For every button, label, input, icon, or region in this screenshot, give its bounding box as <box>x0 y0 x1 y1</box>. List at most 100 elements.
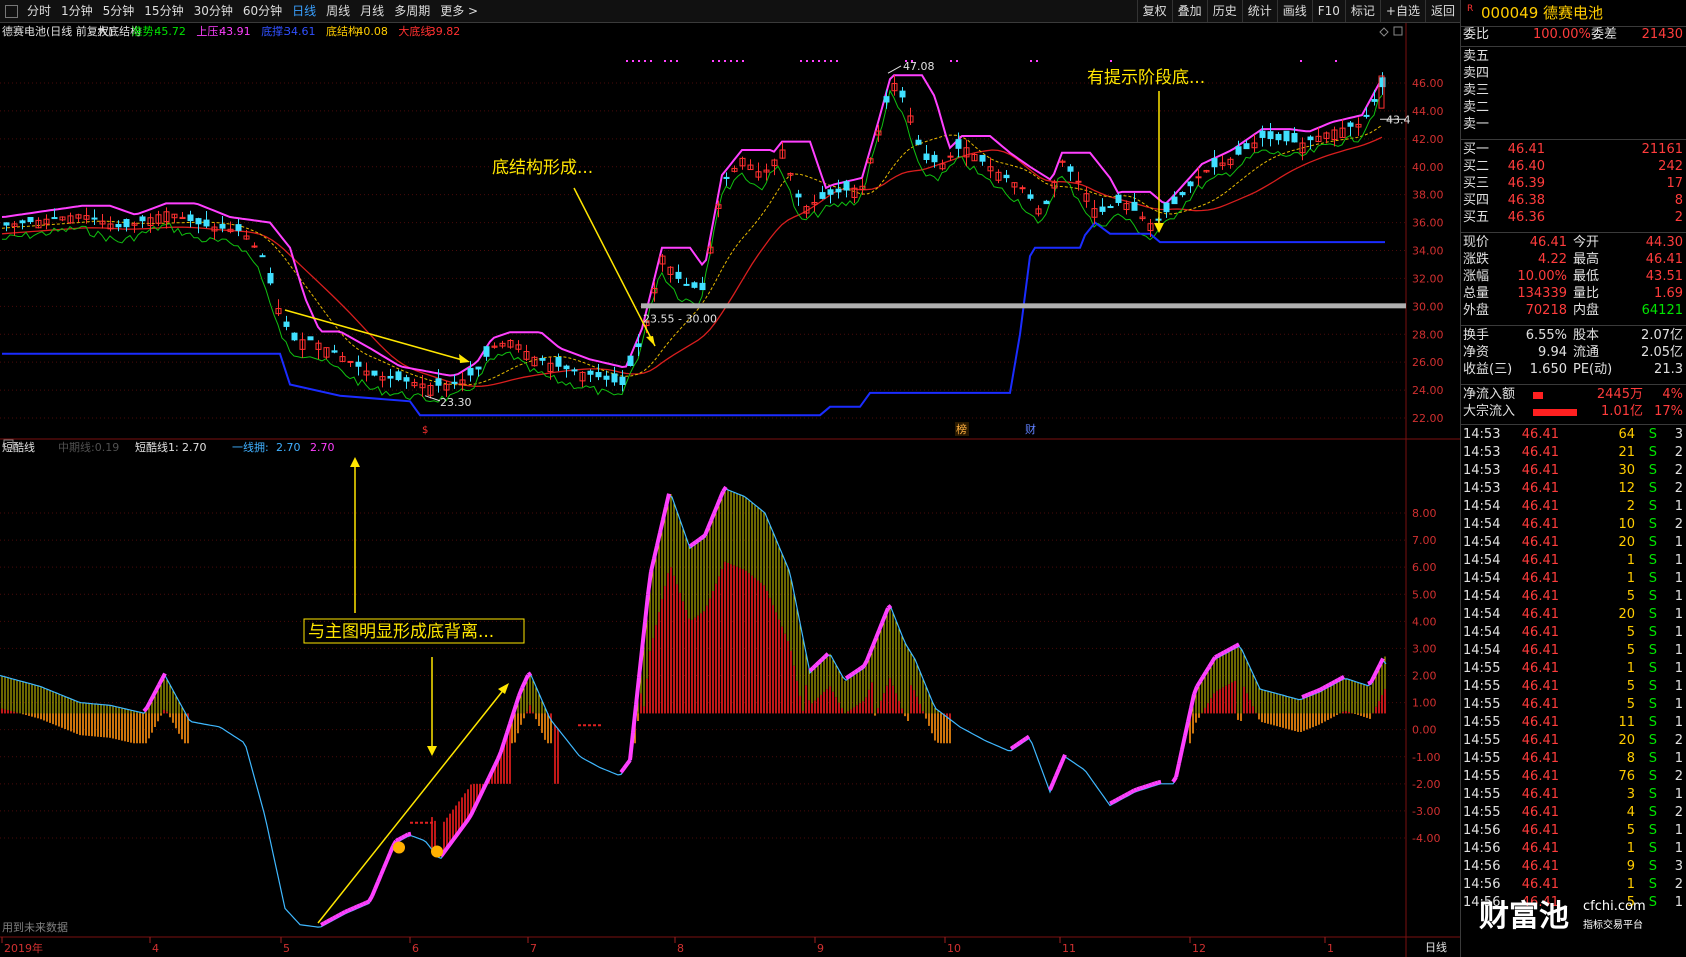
quote-cell: 1 <box>1674 841 1683 856</box>
quote-cell: 1 <box>1674 697 1683 712</box>
signal-dot <box>812 60 814 62</box>
quote-cell: 5 <box>1626 679 1635 694</box>
period-tab[interactable]: 15分钟 <box>139 0 188 22</box>
period-tab[interactable]: 30分钟 <box>189 0 238 22</box>
candle-body <box>139 216 146 222</box>
toolbar-button[interactable]: 返回 <box>1424 0 1460 22</box>
annotation-text: 与主图明显形成底背离... <box>308 622 494 642</box>
period-tab[interactable]: 周线 <box>321 0 355 22</box>
rising-segment <box>373 881 380 890</box>
period-tab[interactable]: 5分钟 <box>98 0 140 22</box>
quote-cell: 46.38 <box>1507 193 1545 208</box>
chart-area[interactable]: 46.0044.0042.0040.0038.0036.0034.0032.00… <box>0 23 1460 957</box>
y-tick-label: 30.00 <box>1412 300 1444 313</box>
quote-cell: 股本 <box>1573 328 1600 343</box>
quote-cell: 64121 <box>1641 303 1683 318</box>
quote-cell: S <box>1648 859 1657 874</box>
period-tab[interactable]: 日线 <box>287 0 321 22</box>
indicator-label: 40.08 <box>356 25 388 38</box>
signal-dot <box>1030 60 1032 62</box>
tick-row: 14:54 46.41 20 S 1 <box>1461 534 1686 552</box>
rising-segment <box>448 838 455 846</box>
y-tick-label: 38.00 <box>1412 189 1444 202</box>
candle-body <box>827 189 834 195</box>
rising-segment <box>481 782 488 791</box>
quote-cell: 14:53 <box>1463 427 1501 442</box>
rising-segment <box>811 663 818 670</box>
rising-segment <box>1304 692 1309 698</box>
x-tick-label: 5 <box>283 942 290 955</box>
quote-cell: 5 <box>1626 625 1635 640</box>
quote-cell: 2 <box>1626 499 1635 514</box>
signal-dot <box>911 60 913 62</box>
stat2-row: 收益(三) 1.650 PE(动) 21.3 <box>1461 361 1686 379</box>
arrow-head <box>427 746 437 756</box>
quote-cell: 14:56 <box>1463 841 1501 856</box>
quote-cell: 46.41 <box>1521 697 1559 712</box>
quote-cell: 2 <box>1674 517 1683 532</box>
quote-cell: 46.41 <box>1521 463 1559 478</box>
period-tab[interactable]: 月线 <box>355 0 389 22</box>
rising-segment <box>445 842 452 850</box>
tick-row: 14:54 46.41 1 S 1 <box>1461 552 1686 570</box>
rising-segment <box>1018 738 1025 745</box>
quote-cell: 14:55 <box>1463 805 1501 820</box>
x-tick-label: 11 <box>1062 942 1076 955</box>
toolbar-button[interactable]: 复权 <box>1136 0 1172 22</box>
toolbar-button[interactable]: F10 <box>1311 0 1345 22</box>
period-tab[interactable]: 分时 <box>22 0 56 22</box>
y-tick-label: 5.00 <box>1412 588 1437 601</box>
period-tab[interactable]: 60分钟 <box>238 0 287 22</box>
quote-cell: 卖二 <box>1463 100 1490 115</box>
tick-row: 14:54 46.41 5 S 1 <box>1461 624 1686 642</box>
rising-segment <box>1310 690 1315 696</box>
rising-segment <box>1157 779 1162 785</box>
rising-segment <box>502 732 509 743</box>
price-zone-label: 23.55 - 30.00 <box>643 312 717 325</box>
toolbar-button[interactable]: +自选 <box>1379 0 1425 22</box>
rising-segment <box>154 683 161 692</box>
quote-cell: 21430 <box>1641 27 1683 42</box>
period-tab[interactable]: 更多 > <box>435 0 483 22</box>
candle-body <box>291 332 298 341</box>
toolbar-button[interactable]: 叠加 <box>1171 0 1207 22</box>
rising-segment <box>1214 653 1219 660</box>
toolbar-button[interactable]: 统计 <box>1241 0 1277 22</box>
signal-dot <box>598 724 601 727</box>
rising-segment <box>142 706 149 713</box>
signal-dot <box>905 60 907 62</box>
arrow-head <box>1154 223 1164 233</box>
x-tick-label: 1 <box>1327 942 1334 955</box>
tick-row: 14:53 46.41 64 S 3 <box>1461 426 1686 444</box>
toolbar-button[interactable]: 画线 <box>1276 0 1312 22</box>
quote-cell: S <box>1648 733 1657 748</box>
flow-row: 净流入额 2445万 4% <box>1461 386 1686 404</box>
period-tab[interactable]: 1分钟 <box>56 0 98 22</box>
y-tick-label: 2.00 <box>1412 670 1437 683</box>
toolbar-button[interactable]: 标记 <box>1344 0 1380 22</box>
candle-body <box>539 358 546 361</box>
quote-cell: S <box>1648 787 1657 802</box>
rising-segment <box>637 649 644 678</box>
rising-segment <box>1177 749 1184 764</box>
quote-cell: S <box>1648 427 1657 442</box>
quote-cell: 6.55% <box>1525 328 1567 343</box>
rising-segment <box>628 732 635 761</box>
rising-segment <box>1337 676 1342 682</box>
buy-level: 买五 46.36 2 <box>1461 209 1686 227</box>
toolbar-button[interactable]: 历史 <box>1206 0 1242 22</box>
quote-cell: 买一 <box>1463 142 1490 157</box>
quote-cell: S <box>1648 463 1657 478</box>
tick-row: 14:55 46.41 20 S 2 <box>1461 732 1686 750</box>
rising-segment <box>847 672 854 678</box>
rising-segment <box>646 571 653 595</box>
quote-cell: 1 <box>1626 841 1635 856</box>
rising-segment <box>1369 675 1376 684</box>
candle-body <box>979 154 986 162</box>
rising-segment <box>367 895 374 903</box>
candle-body <box>1347 122 1354 127</box>
signal-dot <box>824 60 826 62</box>
period-tab[interactable]: 多周期 <box>389 0 435 22</box>
window-icon <box>1393 26 1403 36</box>
menu-square-icon[interactable] <box>5 4 18 18</box>
